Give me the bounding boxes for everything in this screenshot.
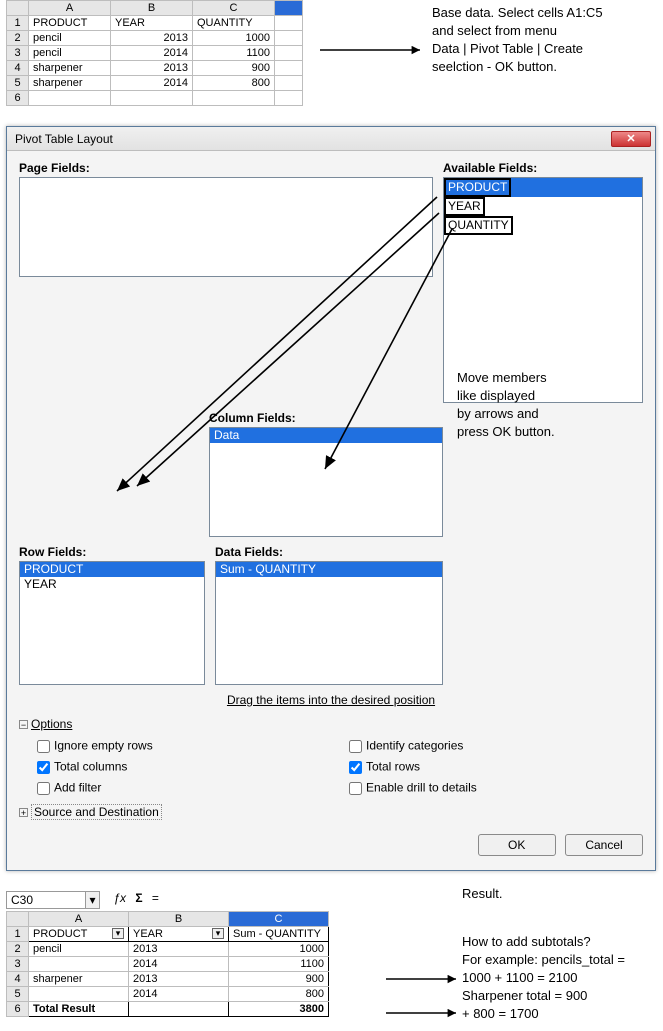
page-fields-list[interactable] xyxy=(19,177,433,277)
sigma-icon[interactable]: Σ xyxy=(135,891,142,905)
column-field-data[interactable]: Data xyxy=(210,428,442,443)
cell[interactable]: YEAR xyxy=(111,16,193,31)
data-fields-list[interactable]: Sum - QUANTITY xyxy=(215,561,443,685)
cell[interactable]: QUANTITY xyxy=(193,16,275,31)
row-fields-label: Row Fields: xyxy=(19,545,205,559)
result-spreadsheet[interactable]: A B C 1 PRODUCT▾ YEAR▾ Sum - QUANTITY 2p… xyxy=(6,911,329,1017)
avail-product[interactable]: PRODUCT xyxy=(444,178,511,197)
ignore-empty-rows-checkbox[interactable] xyxy=(37,740,50,753)
corner-cell[interactable] xyxy=(7,1,29,16)
identify-categories-checkbox[interactable] xyxy=(349,740,362,753)
dropdown-icon[interactable]: ▾ xyxy=(112,928,124,939)
equals-icon[interactable]: = xyxy=(152,891,159,905)
col-A[interactable]: A xyxy=(29,1,111,16)
arrow-icon xyxy=(386,961,466,1031)
row-1[interactable]: 1 xyxy=(7,16,29,31)
cancel-button[interactable]: Cancel xyxy=(565,834,643,856)
source-dest-toggle[interactable]: +Source and Destination xyxy=(19,804,643,820)
col-C[interactable]: C xyxy=(193,1,275,16)
dropdown-icon[interactable]: ▾ xyxy=(212,928,224,939)
source-spreadsheet[interactable]: A B C 1 PRODUCT YEAR QUANTITY 2pencil201… xyxy=(6,0,303,106)
annotation-subtotals: How to add subtotals? For example: penci… xyxy=(462,933,625,1023)
options-toggle[interactable]: −Options xyxy=(19,717,643,731)
cell-reference-box[interactable]: C30 xyxy=(6,891,86,909)
ok-button[interactable]: OK xyxy=(478,834,556,856)
arrow-icon xyxy=(320,40,430,60)
pivot-table-layout-dialog: Pivot Table Layout ✕ Page Fields: Availa… xyxy=(6,126,656,871)
dialog-title: Pivot Table Layout xyxy=(15,132,113,146)
annotation-result: Result. xyxy=(462,885,502,903)
column-fields-list[interactable]: Data xyxy=(209,427,443,537)
annotation-base-data: Base data. Select cells A1:C5 and select… xyxy=(432,4,603,76)
data-fields-label: Data Fields: xyxy=(215,545,443,559)
avail-quantity[interactable]: QUANTITY xyxy=(444,216,513,235)
avail-year[interactable]: YEAR xyxy=(444,197,485,216)
col-B[interactable]: B xyxy=(111,1,193,16)
total-rows-checkbox[interactable] xyxy=(349,761,362,774)
row-fields-list[interactable]: PRODUCT YEAR xyxy=(19,561,205,685)
cell[interactable]: PRODUCT xyxy=(29,16,111,31)
drag-hint: Drag the items into the desired position xyxy=(19,693,643,707)
page-fields-label: Page Fields: xyxy=(19,161,433,175)
cell-ref-dropdown-icon[interactable]: ▾ xyxy=(86,891,100,909)
data-field-sum-quantity[interactable]: Sum - QUANTITY xyxy=(216,562,442,577)
add-filter-checkbox[interactable] xyxy=(37,782,50,795)
enable-drill-checkbox[interactable] xyxy=(349,782,362,795)
formula-bar: C30▾ ƒx Σ = xyxy=(6,891,663,909)
available-fields-label: Available Fields: xyxy=(443,161,643,175)
total-columns-checkbox[interactable] xyxy=(37,761,50,774)
col-sel[interactable] xyxy=(275,1,303,16)
annotation-move-members: Move members like displayed by arrows an… xyxy=(457,369,555,441)
fx-icon[interactable]: ƒx xyxy=(113,891,126,905)
close-button[interactable]: ✕ xyxy=(611,131,651,147)
row-field-year[interactable]: YEAR xyxy=(20,577,204,592)
row-field-product[interactable]: PRODUCT xyxy=(20,562,204,577)
column-fields-label: Column Fields: xyxy=(209,411,443,425)
